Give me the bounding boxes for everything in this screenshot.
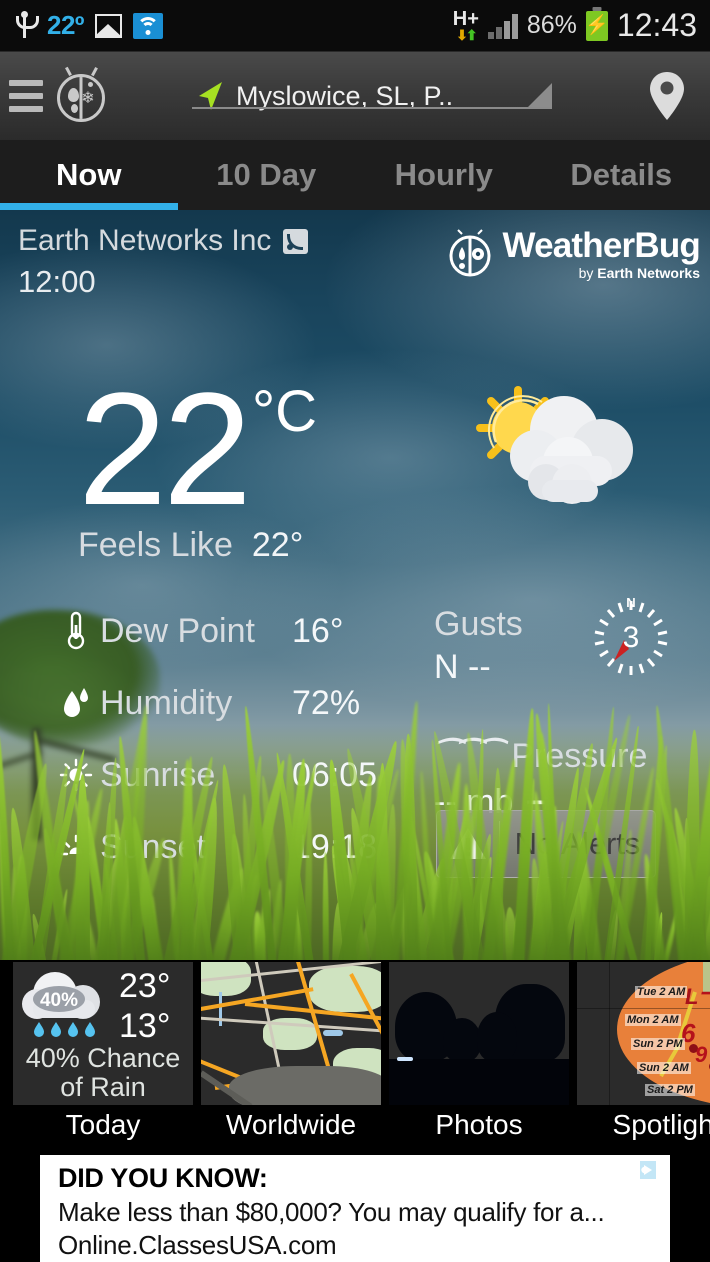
wind-compass-icon: N 3 bbox=[590, 595, 672, 679]
ad-url[interactable]: Online.ClassesUSA.com bbox=[58, 1230, 670, 1261]
adchoices-icon[interactable] bbox=[638, 1159, 664, 1183]
card-spotlight[interactable]: L ⟶ 6 9 Tue 2 AM Mon 2 AM Sun 2 PM Sun 2… bbox=[577, 962, 710, 1145]
usb-icon bbox=[14, 10, 39, 41]
card-worldwide[interactable]: Worldwide bbox=[201, 962, 381, 1145]
system-status-bar: 22º H+ ⬇⬆ 86% ⚡ 12:43 bbox=[0, 0, 710, 52]
stat-label: Humidity bbox=[100, 683, 233, 722]
card-photos[interactable]: Photos bbox=[389, 962, 569, 1145]
network-type-label: H+ bbox=[452, 8, 479, 30]
location-selector[interactable]: Myslowice, SL, P.. bbox=[110, 52, 634, 140]
brand-name: WeatherBug bbox=[502, 226, 701, 265]
tab-hourly-label: Hourly bbox=[394, 157, 493, 192]
weatherbug-ladybug-icon bbox=[445, 229, 495, 279]
hamburger-menu-icon[interactable] bbox=[6, 80, 46, 112]
photo-thumbnail bbox=[389, 962, 569, 1105]
tab-now-label: Now bbox=[56, 157, 122, 192]
station-name-label: Earth Networks Inc bbox=[18, 224, 272, 257]
feature-card-strip[interactable]: 40% 23° 13° 40% Chance of Rain Today Wor… bbox=[0, 962, 710, 1152]
ad-body: Make less than $80,000? You may qualify … bbox=[58, 1197, 605, 1227]
card-photos-caption: Photos bbox=[389, 1105, 569, 1145]
battery-percent: 86% bbox=[526, 11, 577, 39]
hurricane-track-map-thumbnail: L ⟶ 6 9 Tue 2 AM Mon 2 AM Sun 2 PM Sun 2… bbox=[577, 962, 710, 1105]
dropdown-caret-icon[interactable] bbox=[528, 83, 552, 107]
card-today[interactable]: 40% 23° 13° 40% Chance of Rain Today bbox=[13, 962, 193, 1145]
track-label: Tue 2 AM bbox=[635, 986, 688, 998]
tab-bar: Now 10 Day Hourly Details bbox=[0, 140, 710, 210]
rss-feed-icon[interactable] bbox=[283, 228, 309, 254]
track-label: Sun 2 PM bbox=[631, 1038, 685, 1050]
card-today-caption: Today bbox=[13, 1105, 193, 1145]
humidity-droplet-icon bbox=[52, 685, 100, 721]
compass-speed-label: 3 bbox=[623, 621, 640, 654]
track-label: Sat 2 PM bbox=[645, 1084, 695, 1096]
weatherbug-ladybug-icon[interactable]: ❄ bbox=[52, 66, 110, 125]
network-type-icon: H+ ⬇⬆ bbox=[453, 9, 479, 42]
card-spotlight-caption: Spotlight bbox=[577, 1105, 710, 1145]
weatherbug-brand-logo: WeatherBug by Earth Networks bbox=[445, 228, 701, 280]
road-map-thumbnail bbox=[201, 962, 381, 1105]
rain-chance-badge: 40% bbox=[40, 990, 78, 1011]
stat-row: Humidity 72% bbox=[52, 667, 412, 739]
today-card-art: 40% 23° 13° 40% Chance of Rain bbox=[13, 962, 193, 1105]
track-label: Sun 2 AM bbox=[637, 1062, 691, 1074]
gallery-icon bbox=[94, 13, 122, 38]
status-clock: 12:43 bbox=[616, 7, 697, 43]
thermometer-icon bbox=[52, 611, 100, 651]
ad-banner[interactable]: DID YOU KNOW: Make less than $80,000? Yo… bbox=[0, 1155, 710, 1262]
app-screen: 22º H+ ⬇⬆ 86% ⚡ 12:43 ❄ Myslowice, SL, P… bbox=[0, 0, 710, 1262]
stat-value: 72% bbox=[292, 683, 361, 722]
app-header-bar: ❄ Myslowice, SL, P.. bbox=[0, 52, 710, 140]
today-low: 13° bbox=[119, 1007, 171, 1046]
location-pin-icon[interactable] bbox=[634, 70, 700, 122]
stat-label: Dew Point bbox=[100, 611, 255, 650]
stat-row: Dew Point 16° bbox=[52, 595, 412, 667]
today-summary: 40% Chance of Rain bbox=[25, 1043, 181, 1102]
stat-value: 16° bbox=[292, 611, 344, 650]
current-temperature-block: 22 °C Feels Like 22° bbox=[78, 359, 318, 565]
current-temperature: 22 bbox=[78, 359, 252, 538]
wifi-icon bbox=[132, 12, 163, 39]
tab-details-label: Details bbox=[570, 157, 673, 192]
feels-like-value: 22° bbox=[251, 526, 304, 565]
signal-bars-icon bbox=[487, 13, 518, 39]
track-label: Mon 2 AM bbox=[625, 1014, 681, 1026]
charging-battery-icon: ⚡ bbox=[585, 10, 609, 41]
temperature-unit: °C bbox=[251, 379, 318, 444]
current-conditions-panel: Earth Networks Inc 12:00 WeatherBug by E… bbox=[0, 210, 710, 960]
data-transfer-icon: ⬇⬆ bbox=[456, 27, 477, 43]
tab-now[interactable]: Now bbox=[0, 140, 178, 210]
compass-north-label: N bbox=[626, 597, 635, 610]
feels-like-label: Feels Like bbox=[78, 526, 233, 565]
feels-like-row: Feels Like 22° bbox=[78, 526, 317, 565]
card-worldwide-caption: Worldwide bbox=[201, 1105, 381, 1145]
status-temperature: 22º bbox=[47, 10, 84, 40]
brand-tagline: by Earth Networks bbox=[578, 265, 700, 281]
tab-10-day-label: 10 Day bbox=[216, 157, 317, 192]
tab-details[interactable]: Details bbox=[533, 140, 710, 210]
rain-cloud-icon: 40% bbox=[15, 968, 119, 1044]
tab-10-day[interactable]: 10 Day bbox=[178, 140, 356, 210]
today-high: 23° bbox=[119, 967, 171, 1005]
partly-cloudy-sun-icon bbox=[468, 382, 648, 522]
ad-headline: DID YOU KNOW: bbox=[58, 1163, 268, 1193]
tab-hourly[interactable]: Hourly bbox=[355, 140, 533, 210]
